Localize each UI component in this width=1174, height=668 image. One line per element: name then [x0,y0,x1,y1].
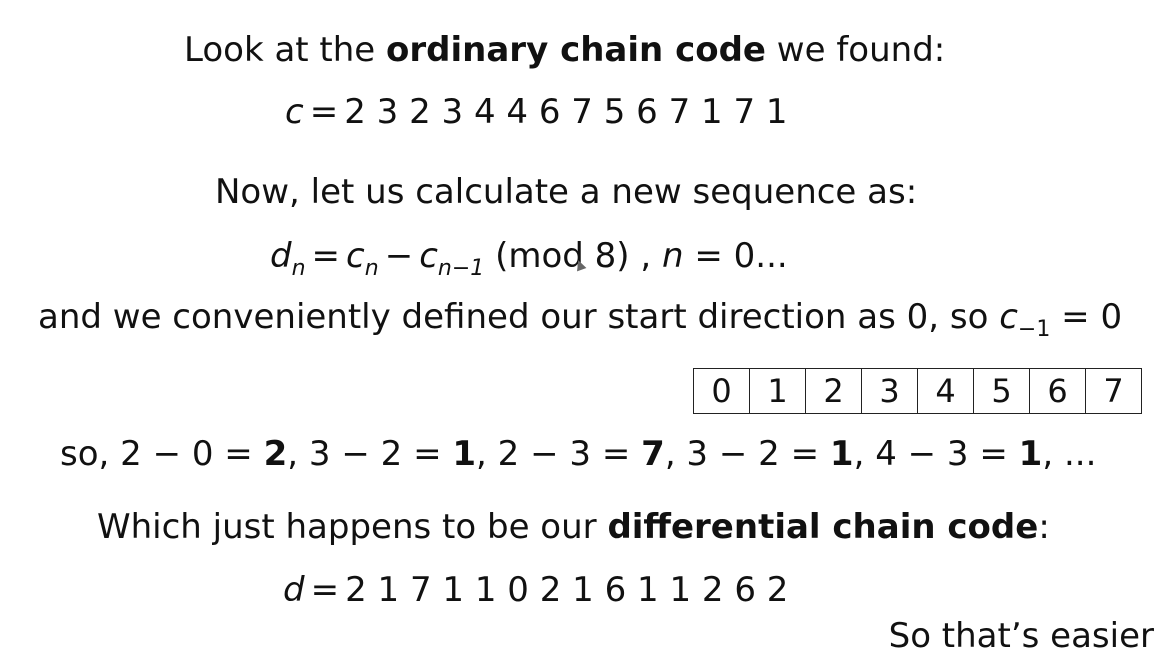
start-direction-sub: −1 [1017,317,1051,342]
footer-text: So that’s easier [888,616,1154,656]
calculate-line: Now, let us calculate a new sequence as: [215,172,917,212]
direction-cell: 3 [861,368,918,414]
calc-result-1: 2 [263,434,288,474]
calc-step-2: , 3 − 2 = [287,434,442,474]
direction-cell: 7 [1085,368,1142,414]
intro-suffix: we found: [776,30,946,70]
intro-bold-term: ordinary chain code [386,30,766,70]
direction-table: 0 1 2 3 4 5 6 7 [693,368,1142,414]
differential-suffix: : [1038,507,1050,547]
differential-intro-line: Which just happens to be our differentia… [97,507,1050,547]
formula-d-sub: n [291,256,306,281]
differential-equals: = [310,570,340,610]
formula-range: = 0... [694,236,788,276]
calc-tail: , ... [1042,434,1097,474]
differential-values: 2 1 7 1 1 0 2 1 6 1 1 2 6 2 [345,570,789,610]
formula-c2-sub: n−1 [437,256,485,281]
difference-formula: dn = cn − cn−1 (mod 8) , n = 0... [270,236,788,281]
formula-c1-sub: n [364,256,379,281]
intro-prefix: Look at the [184,30,376,70]
start-direction-line: and we conveniently defined our start di… [38,297,1122,342]
start-direction-var: c [999,297,1018,337]
direction-cell: 0 [693,368,750,414]
differential-var: d [283,570,305,610]
direction-cell: 4 [917,368,974,414]
calc-result-2: 1 [452,434,477,474]
calc-step-4: , 3 − 2 = [664,434,820,474]
formula-d: d [270,236,292,276]
chain-code-values: 2 3 2 3 4 4 6 7 5 6 7 1 7 1 [344,92,788,132]
direction-cell: 6 [1029,368,1086,414]
intro-line: Look at the ordinary chain code we found… [184,30,945,70]
formula-equals: = [311,236,341,276]
formula-n: n [662,236,684,276]
chain-code-equation: c = 2 3 2 3 4 4 6 7 5 6 7 1 7 1 [285,92,788,132]
calc-step-5: , 4 − 3 = [853,434,1008,474]
formula-minus: − [384,236,414,276]
differential-code-equation: d = 2 1 7 1 1 0 2 1 6 1 1 2 6 2 [283,570,788,610]
footer-note: So that’s easier [889,616,1154,656]
calc-step-3: , 2 − 3 = [476,434,631,474]
direction-cell: 5 [973,368,1030,414]
chain-code-var: c [285,92,304,132]
calc-prefix: so, 2 − 0 = [60,434,253,474]
equals-sign: = [309,92,339,132]
formula-c1: c [346,236,365,276]
calc-result-4: 1 [829,434,854,474]
calculate-text: Now, let us calculate a new sequence as: [215,172,918,212]
calc-result-5: 1 [1018,434,1043,474]
start-direction-text: and we conveniently defined our start di… [38,297,989,337]
formula-mod: (mod 8) , [495,236,652,276]
direction-cell: 1 [749,368,806,414]
calc-result-3: 7 [641,434,665,474]
example-calculation-line: so, 2 − 0 = 2, 3 − 2 = 1, 2 − 3 = 7, 3 −… [60,434,1096,474]
formula-c2: c [419,236,438,276]
direction-row: 0 1 2 3 4 5 6 7 [693,368,1142,414]
direction-cell: 2 [805,368,862,414]
differential-bold-term: differential chain code [607,507,1039,547]
differential-prefix: Which just happens to be our [97,507,597,547]
start-direction-tail: = 0 [1061,297,1123,337]
